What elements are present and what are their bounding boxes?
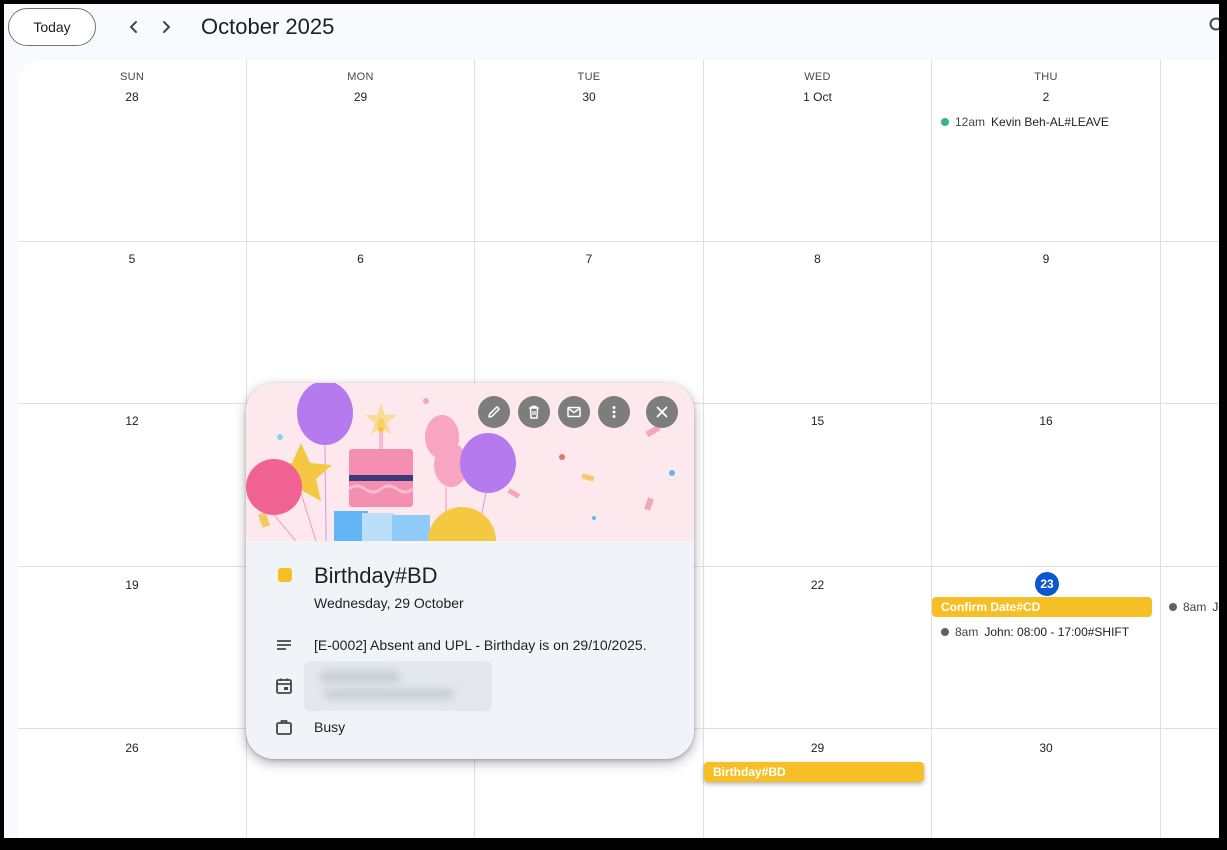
event-description: [E-0002] Absent and UPL - Birthday is on… (314, 637, 647, 653)
day-cell[interactable]: 26 (18, 729, 247, 838)
day-cell[interactable] (1161, 729, 1219, 838)
calendar-name-redacted (304, 661, 492, 711)
trash-icon (529, 405, 539, 419)
event-availability: Busy (314, 719, 346, 735)
day-of-week-label: THU (1034, 71, 1058, 83)
day-cell[interactable]: 29 Birthday#BD (704, 729, 932, 838)
email-guests-button[interactable] (558, 396, 590, 428)
day-cell[interactable]: TUE 30 (475, 60, 704, 242)
day-of-week-label: WED (804, 71, 831, 83)
month-title: October 2025 (201, 14, 335, 39)
search-icon[interactable] (1208, 16, 1219, 36)
day-cell[interactable]: 19 (18, 567, 247, 729)
day-number[interactable]: 29 (704, 741, 931, 755)
event-color-square (278, 568, 292, 582)
close-icon (656, 406, 668, 418)
event-john-shift[interactable]: 8am John: 08:00 - 17:00#SHIFT (941, 625, 1129, 639)
day-cell[interactable]: 30 (932, 729, 1161, 838)
event-title: Birthday#BD (314, 563, 438, 588)
today-day-number[interactable]: 23 (1035, 572, 1059, 596)
day-of-week-label: MON (347, 71, 374, 83)
day-number[interactable]: 16 (932, 414, 1160, 428)
day-cell[interactable]: 22 (704, 567, 932, 729)
day-of-week-label: TUE (577, 71, 601, 83)
today-button[interactable]: Today (8, 8, 96, 46)
day-cell[interactable]: WED 1 Oct (704, 60, 932, 242)
event-detail-popup: Birthday#BD Wednesday, 29 October [E-000… (246, 383, 694, 759)
day-cell[interactable]: SUN 28 (18, 60, 247, 242)
day-cell[interactable]: 6 (247, 242, 475, 404)
event-time: 12am (955, 115, 986, 129)
day-number[interactable]: 15 (704, 414, 931, 428)
event-confirm-date[interactable]: Confirm Date#CD (932, 597, 1152, 617)
delete-event-button[interactable] (518, 396, 550, 428)
day-number[interactable]: 6 (247, 252, 474, 266)
day-cell[interactable]: 8am Jo (1161, 567, 1219, 729)
day-number[interactable]: 2 (932, 90, 1160, 104)
day-cell[interactable]: 12 (18, 404, 247, 567)
day-cell[interactable]: MON 29 (247, 60, 475, 242)
event-time: 8am (1183, 600, 1207, 614)
description-icon (277, 640, 291, 650)
event-color-dot (941, 628, 949, 636)
day-cell[interactable]: 16 (932, 404, 1161, 567)
day-cell[interactable]: THU 2 12am Kevin Beh-AL#LEAVE (932, 60, 1161, 242)
day-cell[interactable] (1161, 242, 1219, 404)
day-number[interactable]: 22 (704, 578, 931, 592)
day-cell[interactable]: 7 (475, 242, 704, 404)
day-cell[interactable]: 8 (704, 242, 932, 404)
briefcase-icon (276, 720, 292, 735)
more-vertical-icon (612, 406, 616, 418)
event-time: 8am (955, 625, 979, 639)
chevron-left-icon (130, 21, 137, 33)
edit-event-button[interactable] (478, 396, 510, 428)
event-title: Jo (1212, 600, 1219, 614)
day-number[interactable]: 1 Oct (704, 90, 931, 104)
day-cell[interactable]: 5 (18, 242, 247, 404)
event-friday-partial[interactable]: 8am Jo (1169, 600, 1219, 614)
calendar-icon (276, 678, 292, 694)
day-cell[interactable]: 15 (704, 404, 932, 567)
birthday-banner-illustration (246, 383, 694, 542)
day-number[interactable]: 8 (704, 252, 931, 266)
pencil-icon (488, 406, 500, 418)
day-number[interactable]: 5 (18, 252, 246, 266)
previous-month-button[interactable] (120, 13, 148, 41)
day-number[interactable]: 12 (18, 414, 246, 428)
day-number[interactable]: 7 (475, 252, 703, 266)
day-number[interactable]: 26 (18, 741, 246, 755)
event-color-dot (941, 118, 949, 126)
day-cell[interactable]: 9 (932, 242, 1161, 404)
day-cell[interactable] (1161, 404, 1219, 567)
next-month-button[interactable] (152, 13, 180, 41)
event-color-dot (1169, 603, 1177, 611)
more-options-button[interactable] (598, 396, 630, 428)
event-date: Wednesday, 29 October (314, 595, 464, 611)
event-title: John: 08:00 - 17:00#SHIFT (984, 625, 1130, 639)
day-of-week-label: SUN (119, 71, 145, 83)
event-birthday-selected[interactable]: Birthday#BD (704, 762, 924, 782)
close-popup-button[interactable] (646, 396, 678, 428)
day-number[interactable]: 28 (18, 90, 246, 104)
day-number[interactable]: 19 (18, 578, 246, 592)
day-number[interactable]: 30 (932, 741, 1160, 755)
mail-icon (567, 406, 581, 418)
day-number[interactable]: 9 (932, 252, 1160, 266)
chevron-right-icon (163, 21, 170, 33)
event-kevin-leave[interactable]: 12am Kevin Beh-AL#LEAVE (941, 115, 1109, 129)
day-number[interactable]: 29 (247, 90, 474, 104)
day-cell[interactable] (1161, 60, 1219, 242)
day-number[interactable]: 30 (475, 90, 703, 104)
event-title: Kevin Beh-AL#LEAVE (991, 115, 1109, 129)
day-cell-today[interactable]: 23 Confirm Date#CD 8am John: 08:00 - 17:… (932, 567, 1161, 729)
